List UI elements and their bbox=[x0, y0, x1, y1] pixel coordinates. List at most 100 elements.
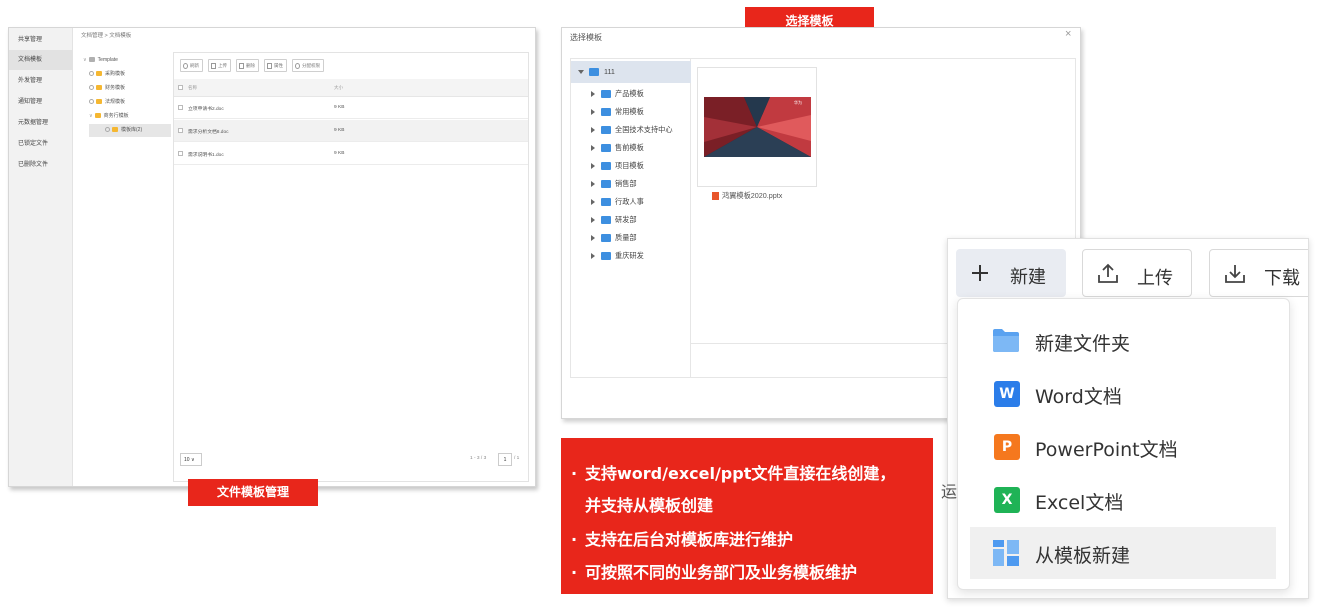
tree-node[interactable]: 财务模板 bbox=[89, 82, 125, 95]
bullet-item: · 可按照不同的业务部门及业务模板维护 bbox=[571, 563, 858, 582]
folder-icon bbox=[112, 127, 118, 133]
menu-item-excel[interactable]: X Excel文档 bbox=[970, 474, 1276, 526]
sidebar-item-doc-template[interactable]: 文档模板 bbox=[9, 50, 73, 70]
folder-icon bbox=[601, 216, 611, 225]
table-row[interactable]: 需求说明书1.doc 9 KB bbox=[174, 143, 528, 165]
document-template-management-panel: 共享管理 文档模板 外发管理 通知管理 元数据管理 已锁定文件 已删除文件 文档… bbox=[8, 27, 536, 487]
tree-node[interactable]: 研发部 bbox=[571, 211, 691, 229]
column-size: 大小 bbox=[334, 85, 343, 90]
tree-node[interactable]: 常用模板 bbox=[571, 103, 691, 121]
menu-item-powerpoint[interactable]: P PowerPoint文档 bbox=[970, 421, 1276, 473]
page-size-select[interactable]: 10 ∨ bbox=[180, 453, 202, 466]
tree-node[interactable]: 重庆研发 bbox=[571, 247, 691, 265]
template-tree: ∨ Template 采购模板 财务模板 法规模板 ∨ 商务行模板 模板库(2) bbox=[81, 52, 171, 482]
close-icon[interactable]: × bbox=[1065, 28, 1071, 40]
template-icon bbox=[993, 540, 1019, 566]
download-icon bbox=[1225, 265, 1245, 283]
sidebar-item-locked[interactable]: 已锁定文件 bbox=[9, 134, 73, 154]
tree-node[interactable]: 采购模板 bbox=[89, 68, 125, 81]
row-checkbox[interactable] bbox=[178, 128, 183, 133]
word-icon: W bbox=[994, 381, 1020, 407]
pager-total: / 1 bbox=[514, 456, 520, 461]
table-row[interactable]: 立项申请书2.doc 9 KB bbox=[174, 97, 528, 119]
chevron-right-icon bbox=[591, 181, 595, 188]
new-dropdown-menu: 新建文件夹 W Word文档 P PowerPoint文档 X Excel文档 … bbox=[957, 298, 1290, 590]
breadcrumb: 文档管理 > 文档模板 bbox=[81, 33, 132, 39]
chevron-down-icon[interactable]: ∨ bbox=[89, 110, 93, 123]
tree-node[interactable]: 行政人事 bbox=[571, 193, 691, 211]
template-file[interactable]: 鸿翼模板2020.pptx bbox=[712, 191, 782, 201]
row-checkbox[interactable] bbox=[178, 151, 183, 156]
download-button[interactable]: 下载 bbox=[1209, 249, 1308, 297]
sidebar-item-share[interactable]: 共享管理 bbox=[9, 30, 73, 50]
tree-node[interactable]: 产品模板 bbox=[571, 85, 691, 103]
refresh-button[interactable]: 刷新 bbox=[180, 59, 203, 72]
select-all-checkbox[interactable] bbox=[178, 85, 183, 90]
menu-item-new-folder[interactable]: 新建文件夹 bbox=[970, 315, 1276, 367]
chevron-right-icon bbox=[591, 145, 595, 152]
chevron-right-icon bbox=[591, 199, 595, 206]
new-button[interactable]: 新建 bbox=[956, 249, 1066, 297]
tree-node[interactable]: 项目模板 bbox=[571, 157, 691, 175]
edit-icon bbox=[267, 62, 272, 69]
menu-item-word[interactable]: W Word文档 bbox=[970, 368, 1276, 420]
tree-node[interactable]: 质量部 bbox=[571, 229, 691, 247]
tree-node-root[interactable]: ∨ Template bbox=[83, 54, 118, 67]
folder-icon bbox=[601, 234, 611, 243]
permission-button[interactable]: 分配权限 bbox=[292, 59, 324, 72]
tree-node[interactable]: ∨ 商务行模板 bbox=[89, 110, 129, 123]
tree-node[interactable]: 全国技术支持中心 bbox=[571, 121, 691, 139]
plus-icon bbox=[972, 265, 988, 281]
caption-label: 文件模板管理 bbox=[188, 479, 318, 506]
sidebar-item-metadata[interactable]: 元数据管理 bbox=[9, 113, 73, 133]
file-list-area: 刷新 上传 删除 属性 分配权限 名称 大小 立项申请书2.doc 9 KB 需… bbox=[173, 52, 529, 482]
folder-icon bbox=[589, 68, 599, 77]
chevron-right-icon bbox=[591, 127, 595, 134]
folder-icon bbox=[601, 162, 611, 171]
chevron-down-icon[interactable] bbox=[578, 70, 584, 75]
table-row[interactable]: 需求分析文档8.doc 9 KB bbox=[174, 120, 528, 142]
delete-button[interactable]: 删除 bbox=[236, 59, 259, 72]
sidebar-item-deleted[interactable]: 已删除文件 bbox=[9, 155, 73, 175]
pptx-file-icon bbox=[712, 192, 719, 201]
folder-icon bbox=[94, 113, 101, 119]
folder-icon bbox=[96, 71, 102, 77]
column-name: 名称 bbox=[188, 85, 197, 90]
radio-icon[interactable] bbox=[89, 85, 94, 91]
partially-hidden-text: 运 bbox=[941, 484, 958, 501]
upload-icon bbox=[1098, 263, 1118, 283]
sidebar-item-notice[interactable]: 通知管理 bbox=[9, 92, 73, 112]
chevron-right-icon bbox=[591, 235, 595, 242]
radio-icon[interactable] bbox=[89, 71, 94, 77]
page-number-input[interactable]: 1 bbox=[498, 453, 512, 466]
excel-icon: X bbox=[994, 487, 1020, 513]
tree-node-selected[interactable]: 模板库(2) bbox=[89, 124, 171, 137]
tree-node-root[interactable]: 111 bbox=[571, 61, 691, 83]
folder-icon bbox=[96, 99, 102, 105]
dialog-title: 选择模板 bbox=[570, 33, 602, 42]
folder-icon bbox=[601, 180, 611, 189]
template-card[interactable]: 华为 bbox=[697, 67, 817, 187]
chevron-right-icon bbox=[591, 163, 595, 170]
folder-icon bbox=[88, 57, 95, 63]
sidebar-item-outgoing[interactable]: 外发管理 bbox=[9, 71, 73, 91]
row-checkbox[interactable] bbox=[178, 105, 183, 110]
tree-node[interactable]: 售前模板 bbox=[571, 139, 691, 157]
chevron-down-icon[interactable]: ∨ bbox=[83, 54, 87, 67]
radio-icon[interactable] bbox=[105, 127, 110, 133]
properties-button[interactable]: 属性 bbox=[264, 59, 287, 72]
powerpoint-icon: P bbox=[994, 434, 1020, 460]
folder-icon bbox=[993, 329, 1019, 352]
refresh-icon bbox=[183, 62, 188, 69]
upload-button[interactable]: 上传 bbox=[1082, 249, 1192, 297]
table-header: 名称 大小 bbox=[174, 79, 528, 97]
tree-node[interactable]: 销售部 bbox=[571, 175, 691, 193]
radio-icon[interactable] bbox=[89, 99, 94, 105]
menu-item-from-template[interactable]: 从模板新建 bbox=[970, 527, 1276, 579]
user-icon bbox=[295, 62, 300, 69]
tree-node[interactable]: 法规模板 bbox=[89, 96, 125, 109]
thumbnail-image: 华为 bbox=[704, 97, 811, 157]
upload-button[interactable]: 上传 bbox=[208, 59, 231, 72]
folder-icon bbox=[601, 126, 611, 135]
feature-info-box: · 支持word/excel/ppt文件直接在线创建， 并支持从模板创建 · 支持在… bbox=[561, 438, 933, 594]
